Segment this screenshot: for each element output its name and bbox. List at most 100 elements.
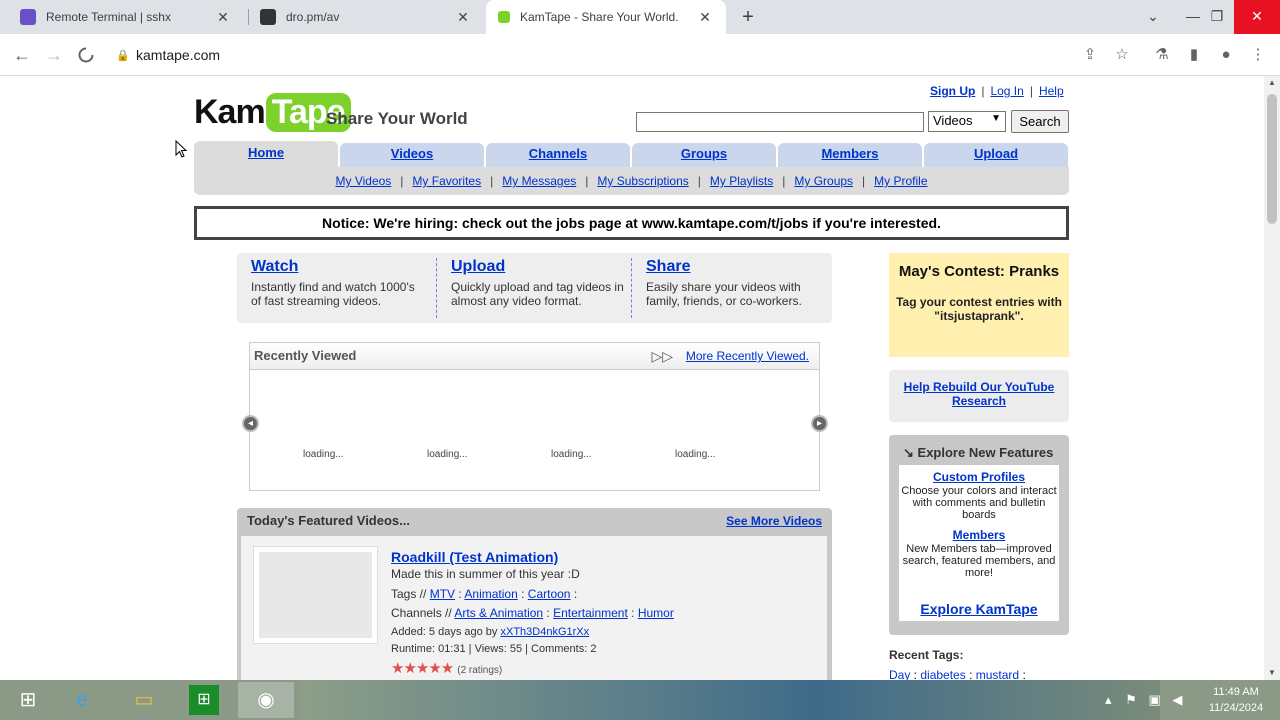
channel-link[interactable]: Arts & Animation xyxy=(454,606,543,620)
watch-desc: Instantly find and watch 1000's of fast … xyxy=(251,280,415,308)
tag-link[interactable]: Cartoon xyxy=(528,587,571,601)
sign-up-link[interactable]: Sign Up xyxy=(930,84,975,98)
watch-link[interactable]: Watch xyxy=(251,258,427,276)
flag-icon[interactable]: ⚑ xyxy=(1125,692,1137,707)
tab-kamtape[interactable]: KamTape - Share Your World. ✕ xyxy=(486,0,726,34)
new-tab-button[interactable]: + xyxy=(736,5,760,29)
tab-sshx[interactable]: Remote Terminal | sshx ✕ xyxy=(8,0,244,34)
explore-kamtape-link[interactable]: Explore KamTape xyxy=(899,602,1059,616)
tag-link[interactable]: Day xyxy=(889,668,910,680)
account-links: Sign Up | Log In | Help xyxy=(930,84,1064,98)
tag-link[interactable]: Animation xyxy=(464,587,517,601)
rebuild-link[interactable]: Help Rebuild Our YouTube Research xyxy=(904,380,1055,408)
featured-title: Today's Featured Videos... xyxy=(247,513,410,528)
channel-link[interactable]: Humor xyxy=(638,606,674,620)
url-text: kamtape.com xyxy=(136,47,221,63)
tag-link[interactable]: diabetes xyxy=(920,668,965,680)
clock[interactable]: 11:49 AM 11/24/2024 xyxy=(1200,684,1272,716)
close-window-button[interactable]: ✕ xyxy=(1234,0,1280,34)
kamtape-icon xyxy=(498,11,510,23)
clock-time: 11:49 AM xyxy=(1213,686,1259,698)
system-tray: ▴ ⚑ ▣ ◀ xyxy=(1105,680,1200,720)
tab-members[interactable]: Members xyxy=(778,143,922,167)
close-icon[interactable]: ✕ xyxy=(454,9,472,26)
taskbar-background xyxy=(300,680,1160,720)
lock-icon: 🔒 xyxy=(116,49,130,62)
my-messages-link[interactable]: My Messages xyxy=(502,174,576,188)
log-in-link[interactable]: Log In xyxy=(990,84,1023,98)
prev-arrow-icon[interactable]: ◂ xyxy=(242,415,259,432)
scrollbar[interactable]: ▲ ▼ xyxy=(1264,76,1280,680)
volume-icon[interactable]: ◀ xyxy=(1172,692,1182,707)
search-type-select[interactable]: Videos ▼ xyxy=(928,111,1006,132)
next-arrow-icon[interactable]: ▸ xyxy=(811,415,828,432)
search-type-value: Videos xyxy=(933,113,973,128)
share-link[interactable]: Share xyxy=(646,258,821,276)
forward-icon[interactable]: → xyxy=(41,42,67,68)
file-explorer-icon[interactable]: ▭ xyxy=(116,682,172,718)
lab-flask-icon[interactable]: ⚗ xyxy=(1150,43,1174,67)
more-recently-viewed-link[interactable]: More Recently Viewed. xyxy=(686,343,809,369)
my-profile-link[interactable]: My Profile xyxy=(874,174,927,188)
store-icon[interactable]: ⊞ xyxy=(189,685,219,715)
tab-videos[interactable]: Videos xyxy=(340,143,484,167)
recently-viewed-box: Recently Viewed ▷▷ More Recently Viewed.… xyxy=(242,342,828,491)
chrome-icon[interactable]: ◉ xyxy=(238,682,294,718)
upload-link[interactable]: Upload xyxy=(451,258,626,276)
my-groups-link[interactable]: My Groups xyxy=(794,174,853,188)
share-icon[interactable]: ⇪ xyxy=(1078,43,1102,67)
double-arrow-icon: ▷▷ xyxy=(651,348,673,364)
my-playlists-link[interactable]: My Playlists xyxy=(710,174,773,188)
loading-text: loading... xyxy=(551,449,592,460)
internet-explorer-icon[interactable]: e xyxy=(54,682,110,718)
network-icon[interactable]: ▣ xyxy=(1148,692,1160,707)
profile-icon[interactable]: ● xyxy=(1214,43,1238,67)
logo-kam: Kam xyxy=(194,92,266,131)
tag-link[interactable]: MTV xyxy=(430,587,455,601)
video-stats: Runtime: 01:31 | Views: 55 | Comments: 2 xyxy=(391,643,597,655)
see-more-videos-link[interactable]: See More Videos xyxy=(726,508,822,534)
scroll-thumb[interactable] xyxy=(1267,94,1277,224)
star-icon: ★★★★★ xyxy=(391,660,454,677)
tab-channels[interactable]: Channels xyxy=(486,143,630,167)
tags-label: Tags // xyxy=(391,587,427,601)
recent-tags-list: Day : diabetes : mustard : xyxy=(889,668,1026,680)
arrow-down-right-icon: ↘ xyxy=(903,445,914,460)
close-icon[interactable]: ✕ xyxy=(214,9,232,26)
bookmark-star-icon[interactable]: ☆ xyxy=(1110,43,1134,67)
share-desc: Easily share your videos with family, fr… xyxy=(646,280,802,308)
video-thumbnail[interactable] xyxy=(253,546,378,644)
side-panel-icon[interactable]: ▮ xyxy=(1182,43,1206,67)
close-icon[interactable]: ✕ xyxy=(696,9,714,26)
tag-link[interactable]: mustard xyxy=(976,668,1019,680)
custom-profiles-link[interactable]: Custom Profiles xyxy=(899,471,1059,483)
my-favorites-link[interactable]: My Favorites xyxy=(412,174,481,188)
explore-header: ↘ Explore New Features xyxy=(889,435,1069,461)
back-icon[interactable]: ← xyxy=(9,42,35,68)
notice-banner: Notice: We're hiring: check out the jobs… xyxy=(194,206,1069,240)
video-title-link[interactable]: Roadkill (Test Animation) xyxy=(391,549,558,565)
address-bar[interactable]: 🔒 kamtape.com xyxy=(110,39,1110,71)
members-link[interactable]: Members xyxy=(899,529,1059,541)
channel-link[interactable]: Entertainment xyxy=(553,606,628,620)
scroll-down-icon[interactable]: ▼ xyxy=(1264,666,1280,680)
help-link[interactable]: Help xyxy=(1039,84,1064,98)
tray-arrow-icon[interactable]: ▴ xyxy=(1105,692,1112,707)
tab-dro[interactable]: dro.pm/av ✕ xyxy=(248,0,484,34)
tab-upload[interactable]: Upload xyxy=(924,143,1068,167)
menu-icon[interactable]: ⋮ xyxy=(1246,43,1270,67)
dro-icon xyxy=(260,9,276,25)
share-block: Share Easily share your videos with fami… xyxy=(631,258,821,318)
tab-home[interactable]: Home xyxy=(194,141,338,169)
my-subscriptions-link[interactable]: My Subscriptions xyxy=(597,174,688,188)
search-button[interactable]: Search xyxy=(1011,110,1069,133)
search-input[interactable] xyxy=(636,112,924,132)
tab-groups[interactable]: Groups xyxy=(632,143,776,167)
my-videos-link[interactable]: My Videos xyxy=(335,174,391,188)
windows-start-icon[interactable]: ⊞ xyxy=(0,682,56,718)
explore-features-box: ↘ Explore New Features Custom Profiles C… xyxy=(889,435,1069,635)
author-link[interactable]: xXTh3D4nkG1rXx xyxy=(500,626,589,638)
scroll-up-icon[interactable]: ▲ xyxy=(1264,76,1280,90)
loading-spinner-icon[interactable] xyxy=(73,42,99,68)
video-channels: Channels // Arts & Animation : Entertain… xyxy=(391,606,674,620)
